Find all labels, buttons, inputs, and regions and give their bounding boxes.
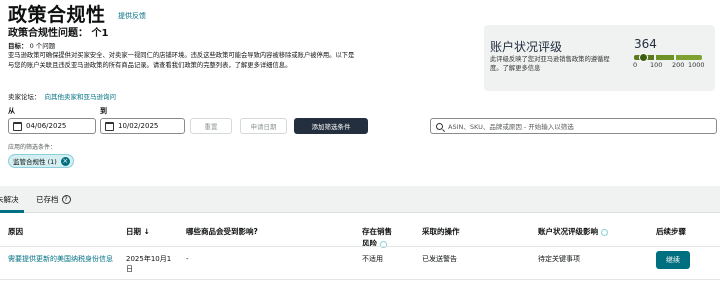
row-affected: - <box>186 255 189 263</box>
from-label: 从 <box>8 107 15 115</box>
help-icon[interactable]: ? <box>61 195 71 204</box>
forum-link[interactable]: 向其他卖家和亚马逊询问 <box>45 93 117 101</box>
to-date-value: 10/02/2025 <box>118 122 159 130</box>
row-at-risk: 不适用 <box>362 255 383 263</box>
continue-button[interactable]: 继续 <box>656 251 690 269</box>
active-tab-indicator <box>0 210 24 213</box>
reset-button[interactable]: 重置 <box>190 118 232 134</box>
col-header-next-steps: 后续步骤 <box>656 227 686 236</box>
row-reason-link[interactable]: 需要提供更新的美国纳税身份信息 <box>8 254 113 264</box>
row-date: 2025年10月1 日 <box>126 254 171 274</box>
applied-filters-label: 应用的筛选条件： <box>8 144 57 151</box>
calendar-icon <box>13 121 22 131</box>
to-label: 到 <box>100 107 107 115</box>
info-icon[interactable] <box>601 228 608 236</box>
col-header-action: 采取的操作 <box>422 227 460 236</box>
to-date-field[interactable]: 10/02/2025 <box>100 118 185 134</box>
issues-label: 政策合规性问题： <box>8 28 88 39</box>
account-health-title: 账户状况评级 <box>490 40 563 54</box>
health-tick-1000: 1000 <box>688 61 705 69</box>
from-date-field[interactable]: 04/06/2025 <box>8 118 96 134</box>
col-header-affected: 哪些商品会受到影响? <box>186 227 258 236</box>
search-icon <box>436 122 443 130</box>
policy-description: 亚马逊政策可确保提供对买家安全、对卖家一视同仁的店铺环境。违反这些政策可能会导致… <box>8 52 355 69</box>
tab-unresolved-label: 未解决 <box>0 195 19 204</box>
col-header-reason: 原因 <box>8 227 23 236</box>
seller-forum: 卖家论坛： 向其他卖家和亚马逊询问 <box>8 91 116 101</box>
goal: 目标： 0 个问题 <box>8 40 55 50</box>
health-tick-200: 200 <box>672 61 685 69</box>
forum-label: 卖家论坛： <box>8 93 41 101</box>
table-bottom-divider <box>0 279 720 280</box>
account-health-description[interactable]: 此评级反映了您对亚马逊销售政策的遵循程度。了解更多信息 <box>490 55 620 73</box>
row-date-line2: 日 <box>126 265 133 273</box>
tab-archived[interactable]: 已存档? <box>36 194 71 205</box>
col-header-impact: 账户状况评级影响 <box>538 226 608 238</box>
issues-count: 个1 <box>91 28 109 39</box>
tab-unresolved[interactable]: 未解决 <box>0 194 19 205</box>
col-header-date[interactable]: 日期 ↓ <box>126 226 150 238</box>
page-title: 政策合规性 <box>8 4 106 26</box>
from-date-value: 04/06/2025 <box>26 122 67 130</box>
add-filter-button[interactable]: 添加筛选条件 <box>294 118 368 134</box>
row-action: 已发送警告 <box>422 255 457 263</box>
health-score-marker <box>639 53 648 62</box>
close-icon[interactable]: × <box>60 156 70 166</box>
health-tick-100: 100 <box>650 61 663 69</box>
tab-archived-label: 已存档 <box>36 195 59 204</box>
goal-value: 0 个问题 <box>29 42 56 50</box>
issues-summary: 政策合规性问题： 个1 <box>8 24 108 39</box>
row-date-line1: 2025年10月1 <box>126 255 172 263</box>
calendar-icon <box>105 121 114 131</box>
account-health-score: 364 <box>634 37 657 51</box>
table-divider <box>0 246 720 247</box>
health-bar-segment-mid <box>656 55 674 60</box>
col-header-at-risk-line1: 存在销售 <box>362 227 392 236</box>
tab-bar <box>0 186 720 213</box>
filter-chip-label: 监管合规性 (1) <box>13 158 57 166</box>
apply-date-button[interactable]: 申请日期 <box>240 118 287 134</box>
feedback-link[interactable]: 提供反馈 <box>118 11 146 21</box>
search-input[interactable]: ASIN、SKU、品牌或原因 - 开始输入以筛选 <box>430 118 717 134</box>
health-bar-segment-high <box>676 55 702 60</box>
row-impact: 待定关键事项 <box>538 255 580 263</box>
filter-chip-regulatory-compliance[interactable]: 监管合规性 (1) × <box>8 154 74 168</box>
search-placeholder: ASIN、SKU、品牌或原因 - 开始输入以筛选 <box>448 123 574 131</box>
col-header-impact-label: 账户状况评级影响 <box>538 227 598 236</box>
health-tick-0: 0 <box>633 61 638 69</box>
goal-label: 目标： <box>8 42 28 50</box>
